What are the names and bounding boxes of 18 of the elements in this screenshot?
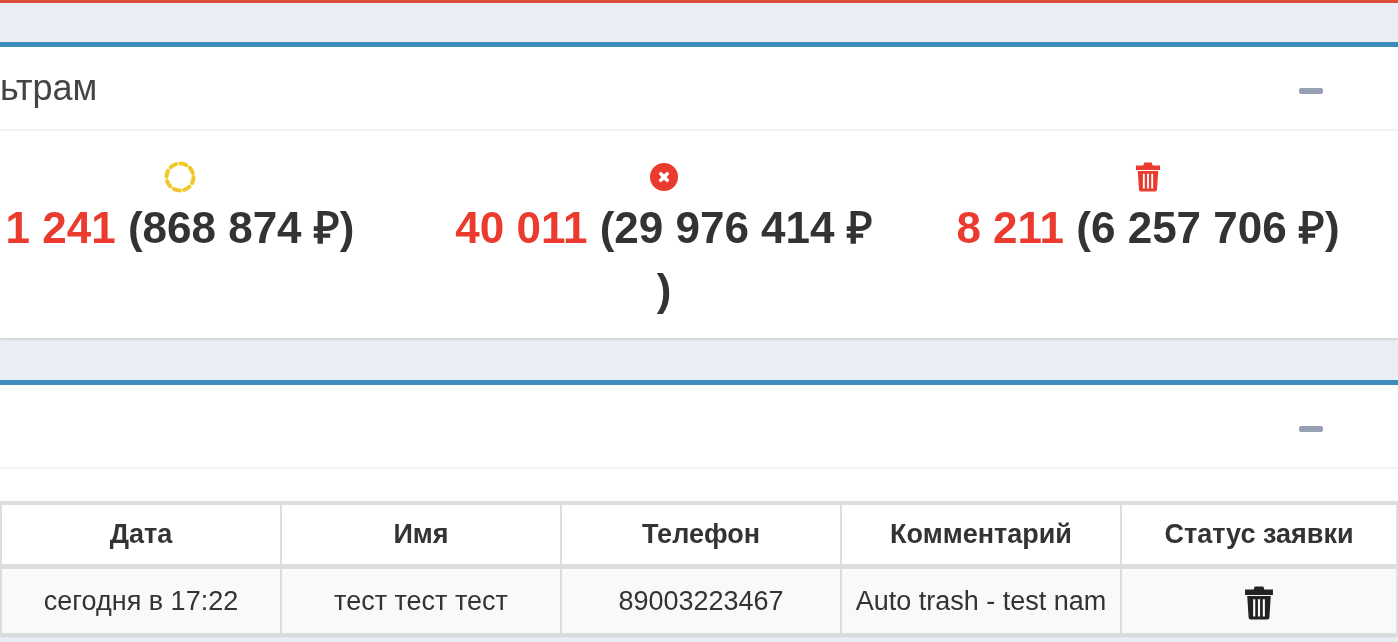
count-value: 8 211 [956,203,1065,252]
count-value: 40 011 [455,203,588,252]
minus-icon [1299,426,1323,432]
amount-value: (29 976 414 ₽) [599,203,873,314]
table-cell: 89003223467 [561,566,841,634]
column-header: Дата [1,503,281,567]
amount-value: (868 874 ₽) [127,203,355,252]
column-header: Статус заявки [1121,503,1397,567]
table-cell: сегодня в 17:22 [1,566,281,634]
count-value: 1 241 [5,203,116,252]
amount-value: (6 257 706 ₽) [1076,203,1340,252]
panel-title: ьтрам [0,68,98,108]
column-header: Комментарий [841,503,1121,567]
column-header: Телефон [561,503,841,567]
table-cell: Auto trash - test nam [841,566,1121,634]
minus-icon [1299,88,1323,94]
column-header: Имя [281,503,561,567]
table-cell: тест тест тест [281,566,561,634]
